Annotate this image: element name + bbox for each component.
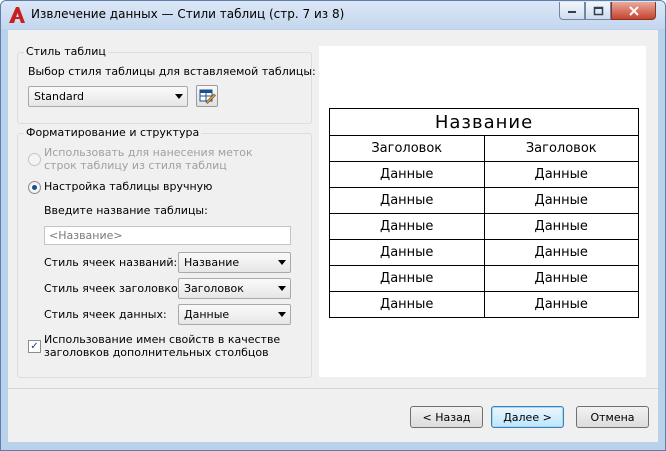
- preview-data-cell: Данные: [483, 239, 639, 266]
- preview-data-row: Данные Данные: [329, 291, 639, 318]
- close-button[interactable]: [611, 2, 656, 20]
- radio-from-table-style-label: Использовать для нанесения меток строк т…: [44, 146, 253, 172]
- header-cell-style-value: Заголовок: [184, 282, 244, 295]
- radio-from-table-style[interactable]: [28, 153, 41, 166]
- chevron-down-icon: [278, 312, 286, 317]
- title-cell-style-dropdown[interactable]: Название: [178, 252, 291, 273]
- table-style-dropdown-value: Standard: [34, 90, 85, 103]
- data-cell-style-dropdown[interactable]: Данные: [178, 304, 291, 325]
- preview-data-row: Данные Данные: [329, 213, 639, 240]
- table-name-input[interactable]: [45, 227, 290, 244]
- dialog-client-area: Стиль таблиц Выбор стиля таблицы для вст…: [8, 30, 658, 442]
- footer-separator: [8, 388, 658, 389]
- preview-data-cell: Данные: [483, 291, 639, 318]
- maximize-button[interactable]: [585, 2, 611, 20]
- preview-header-row: Заголовок Заголовок: [329, 135, 639, 162]
- preview-data-cell: Данные: [483, 213, 639, 240]
- table-style-group-label: Стиль таблиц: [24, 45, 108, 58]
- table-name-field[interactable]: [44, 226, 291, 245]
- table-preview: Название Заголовок Заголовок Данные Данн…: [319, 46, 646, 377]
- preview-data-cell: Данные: [329, 187, 485, 214]
- table-style-select-label: Выбор стиля таблицы для вставляемой табл…: [28, 65, 316, 78]
- maximize-icon: [593, 6, 603, 15]
- preview-data-cell: Данные: [329, 161, 485, 188]
- chevron-down-icon: [278, 260, 286, 265]
- header-cell-style-label: Стиль ячеек заголовков:: [44, 282, 188, 295]
- radio-manual-setup[interactable]: [28, 181, 41, 194]
- preview-data-cell: Данные: [329, 213, 485, 240]
- preview-header-cell: Заголовок: [329, 135, 485, 162]
- use-property-names-label: Использование имен свойств в качестве за…: [44, 333, 281, 359]
- window-title: Извлечение данных — Стили таблиц (стр. 7…: [31, 7, 345, 21]
- table-style-dropdown[interactable]: Standard: [28, 86, 188, 107]
- preview-data-cell: Данные: [483, 187, 639, 214]
- next-button[interactable]: Далее >: [491, 406, 564, 428]
- preview-data-cell: Данные: [329, 239, 485, 266]
- preview-data-cell: Данные: [329, 265, 485, 292]
- header-cell-style-dropdown[interactable]: Заголовок: [178, 278, 291, 299]
- dialog-window: Извлечение данных — Стили таблиц (стр. 7…: [0, 0, 666, 451]
- preview-data-row: Данные Данные: [329, 161, 639, 188]
- preview-data-cell: Данные: [483, 265, 639, 292]
- preview-data-cell: Данные: [483, 161, 639, 188]
- preview-data-cell: Данные: [329, 291, 485, 318]
- use-property-names-checkbox[interactable]: ✓: [28, 340, 41, 353]
- formatting-group-label: Форматирование и структура: [24, 126, 202, 139]
- cancel-button[interactable]: Отмена: [576, 406, 649, 428]
- back-button[interactable]: < Назад: [410, 406, 483, 428]
- preview-header-cell: Заголовок: [483, 135, 639, 162]
- title-cell-style-label: Стиль ячеек названий:: [44, 256, 178, 269]
- table-name-label: Введите название таблицы:: [44, 204, 208, 217]
- data-cell-style-value: Данные: [184, 308, 230, 321]
- table-style-edit-icon: [199, 89, 216, 104]
- preview-data-row: Данные Данные: [329, 239, 639, 266]
- preview-data-row: Данные Данные: [329, 187, 639, 214]
- title-cell-style-value: Название: [184, 256, 240, 269]
- preview-table: Название Заголовок Заголовок Данные Данн…: [329, 108, 639, 318]
- close-icon: [628, 5, 639, 16]
- data-cell-style-label: Стиль ячеек данных:: [44, 308, 167, 321]
- chevron-down-icon: [175, 94, 183, 99]
- edit-table-style-button[interactable]: [196, 85, 218, 107]
- preview-data-row: Данные Данные: [329, 265, 639, 292]
- radio-manual-setup-label: Настройка таблицы вручную: [44, 180, 213, 193]
- minimize-icon: [568, 10, 576, 13]
- preview-title-row: Название: [329, 108, 639, 136]
- chevron-down-icon: [278, 286, 286, 291]
- title-bar[interactable]: Извлечение данных — Стили таблиц (стр. 7…: [1, 1, 665, 29]
- preview-title-cell: Название: [329, 108, 639, 136]
- minimize-button[interactable]: [559, 2, 585, 20]
- autocad-logo-icon: [9, 7, 25, 23]
